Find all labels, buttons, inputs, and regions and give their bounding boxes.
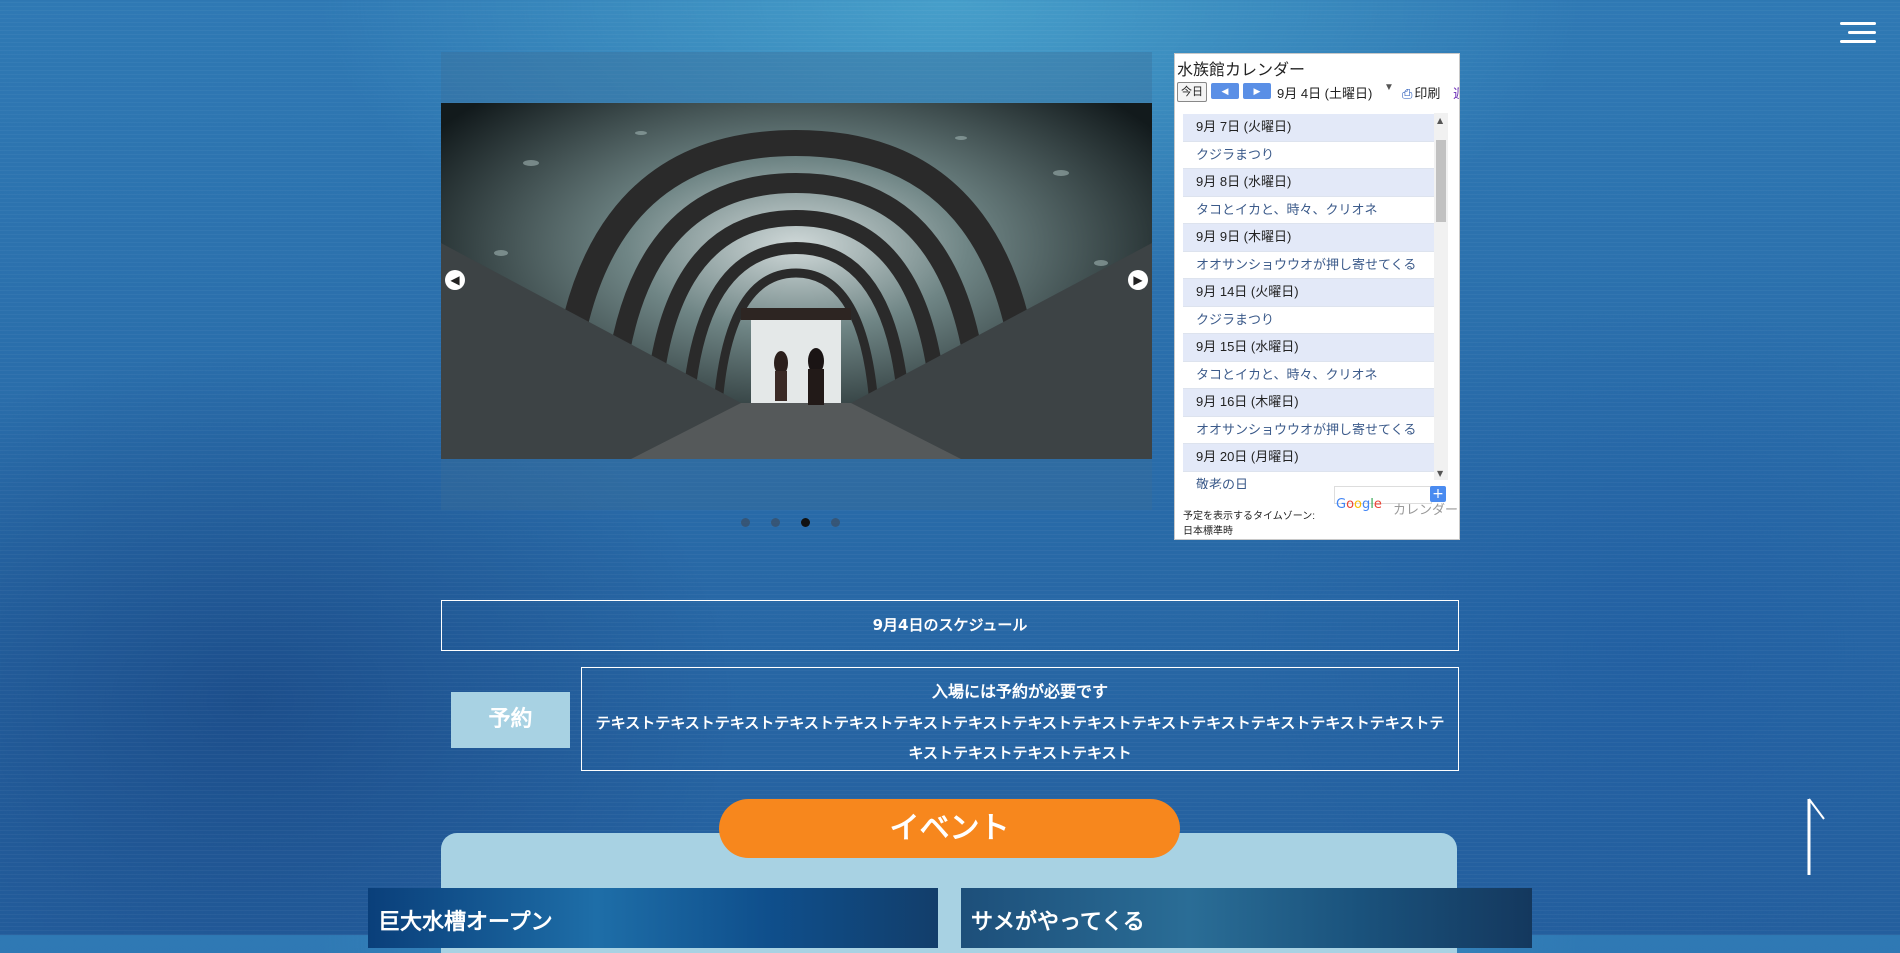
calendar-scrollbar[interactable]: ▲ ▼: [1434, 113, 1448, 480]
agenda-event[interactable]: オオサンショウウオが押し寄せてくる: [1183, 416, 1443, 444]
agenda-day-header: 9月 20日 (月曜日): [1183, 444, 1443, 472]
agenda-event[interactable]: オオサンショウウオが押し寄せてくる: [1183, 251, 1443, 279]
agenda-day-header: 9月 15日 (水曜日): [1183, 334, 1443, 362]
aquarium-tunnel-photo: [441, 103, 1152, 459]
event-card-title: 巨大水槽オープン: [378, 910, 553, 935]
agenda-day-header: 9月 14日 (火曜日): [1183, 279, 1443, 307]
reservation-heading: 入場には予約が必要です: [931, 682, 1108, 701]
calendar-current-date: 9月 4日 (土曜日): [1277, 86, 1373, 101]
slider-dot-4[interactable]: [831, 518, 840, 527]
calendar-print-label: 印刷: [1414, 86, 1441, 101]
calendar-print-link[interactable]: ⎙ 印刷: [1402, 83, 1440, 102]
slider-dot-2[interactable]: [771, 518, 780, 527]
agenda-event[interactable]: クジラまつり: [1183, 306, 1443, 334]
schedule-button[interactable]: 9月4日のスケジュール: [441, 600, 1459, 651]
printer-icon: ⎙: [1402, 86, 1413, 101]
timezone-value: 日本標準時: [1183, 526, 1233, 537]
scrollbar-thumb[interactable]: [1436, 140, 1446, 222]
reserve-button[interactable]: 予約: [451, 692, 570, 748]
google-calendar-widget: 水族館カレンダー 今日 ◀ ▶ 9月 4日 (土曜日) ▼ ⎙印刷 週 9月 7…: [1174, 53, 1460, 540]
agenda-day-header: 9月 9日 (木曜日): [1183, 224, 1443, 252]
google-calendar-label: カレンダー: [1393, 503, 1459, 518]
slider-prev-arrow-icon[interactable]: ◀: [445, 270, 465, 290]
calendar-prev-button[interactable]: ◀: [1211, 83, 1239, 99]
slider-pagination: [741, 518, 881, 528]
calendar-title: 水族館カレンダー: [1177, 62, 1306, 79]
calendar-toolbar: 今日 ◀ ▶ 9月 4日 (土曜日) ▼ ⎙印刷 週: [1177, 82, 1459, 102]
timezone-label: 予定を表示するタイムゾーン:: [1183, 511, 1316, 522]
event-card[interactable]: サメがやってくる: [961, 888, 1532, 948]
reservation-body: テキストテキストテキストテキストテキストテキストテキストテキストテキストテキスト…: [595, 714, 1445, 762]
scroll-up-icon[interactable]: ▲: [1437, 116, 1443, 125]
dropdown-arrow-icon[interactable]: ▼: [1384, 82, 1394, 93]
reservation-notice: 入場には予約が必要です テキストテキストテキストテキストテキストテキストテキスト…: [581, 667, 1459, 771]
back-to-top-arrow-icon[interactable]: [1806, 797, 1826, 875]
event-section-title: イベント: [719, 799, 1180, 858]
agenda-event[interactable]: クジラまつり: [1183, 141, 1443, 169]
scroll-down-icon[interactable]: ▼: [1437, 469, 1443, 478]
image-slider: [441, 52, 1152, 510]
slider-dot-3[interactable]: [801, 518, 810, 527]
event-card-title: サメがやってくる: [971, 910, 1145, 935]
agenda-event[interactable]: タコとイカと、時々、クリオネ: [1183, 196, 1443, 224]
agenda-day-header: 9月 8日 (水曜日): [1183, 169, 1443, 197]
calendar-next-button[interactable]: ▶: [1243, 83, 1271, 99]
calendar-agenda-list: 9月 7日 (火曜日) クジラまつり 9月 8日 (水曜日) タコとイカと、時々…: [1183, 114, 1443, 489]
google-logo: Google: [1336, 497, 1382, 512]
agenda-day-header: 9月 7日 (火曜日): [1183, 114, 1443, 142]
agenda-day-header: 9月 16日 (木曜日): [1183, 389, 1443, 417]
slider-dot-1[interactable]: [741, 518, 750, 527]
event-card[interactable]: 巨大水槽オープン: [368, 888, 938, 948]
calendar-timezone: 予定を表示するタイムゾーン: 日本標準時: [1183, 509, 1315, 539]
agenda-event[interactable]: タコとイカと、時々、クリオネ: [1183, 361, 1443, 389]
calendar-today-button[interactable]: 今日: [1177, 82, 1207, 102]
hamburger-menu-icon[interactable]: [1840, 22, 1876, 44]
calendar-view-tab[interactable]: 週: [1453, 83, 1459, 102]
slider-next-arrow-icon[interactable]: ▶: [1128, 270, 1148, 290]
